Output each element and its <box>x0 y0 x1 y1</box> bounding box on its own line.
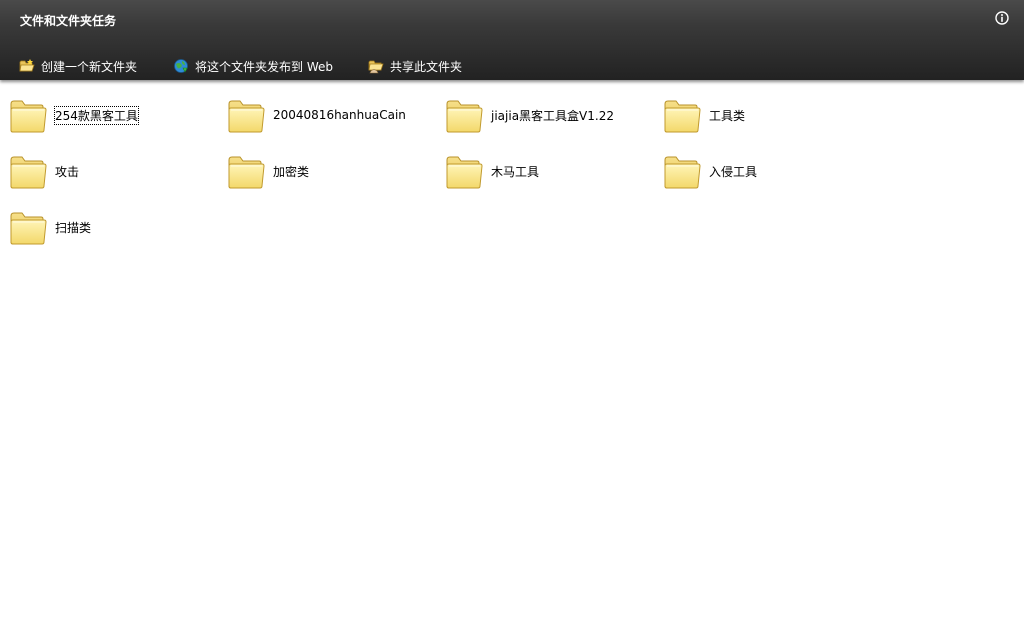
folder-item[interactable]: 木马工具 <box>444 149 654 193</box>
task-label: 共享此文件夹 <box>390 59 463 74</box>
task-publish-web[interactable]: 将这个文件夹发布到 Web <box>173 57 333 75</box>
task-label: 创建一个新文件夹 <box>41 59 138 74</box>
new-folder-icon <box>19 59 35 72</box>
folder-icon <box>444 95 484 135</box>
folder-label: 扫描类 <box>55 220 92 235</box>
task-pane-header: 文件和文件夹任务 创建一个新文件夹 将这个文件夹发布到 Web 共享此文件夹 <box>0 0 1024 80</box>
folder-label: 254款黑客工具 <box>54 105 139 125</box>
folder-item[interactable]: 扫描类 <box>8 205 218 249</box>
share-folder-icon <box>368 60 384 74</box>
folder-item[interactable]: 254款黑客工具 <box>8 93 218 137</box>
folder-icon <box>8 95 48 135</box>
publish-web-icon <box>174 59 188 73</box>
task-label: 将这个文件夹发布到 Web <box>195 59 333 74</box>
folder-label: 加密类 <box>273 164 310 179</box>
folder-item[interactable]: 工具类 <box>662 93 872 137</box>
task-create-folder[interactable]: 创建一个新文件夹 <box>19 57 137 75</box>
task-share-folder[interactable]: 共享此文件夹 <box>368 57 462 75</box>
folder-label: 木马工具 <box>491 164 540 179</box>
folder-item[interactable]: 加密类 <box>226 149 436 193</box>
folder-label: jiajia黑客工具盒V1.22 <box>491 108 614 123</box>
folder-icon <box>444 151 484 191</box>
folder-icon <box>8 207 48 247</box>
folder-label: 工具类 <box>709 108 746 123</box>
folder-icon <box>226 151 266 191</box>
folder-label: 攻击 <box>55 164 80 179</box>
folder-item[interactable]: 入侵工具 <box>662 149 872 193</box>
folder-item[interactable]: 20040816hanhuaCain <box>226 93 436 137</box>
folder-label: 20040816hanhuaCain <box>273 108 406 122</box>
task-pane-title: 文件和文件夹任务 <box>20 14 117 28</box>
folder-icon <box>662 95 702 135</box>
folder-icon <box>226 95 266 135</box>
folder-icon <box>662 151 702 191</box>
folder-icon <box>8 151 48 191</box>
folder-item[interactable]: jiajia黑客工具盒V1.22 <box>444 93 654 137</box>
folder-label: 入侵工具 <box>709 164 758 179</box>
folder-item[interactable]: 攻击 <box>8 149 218 193</box>
info-icon[interactable] <box>995 11 1009 25</box>
